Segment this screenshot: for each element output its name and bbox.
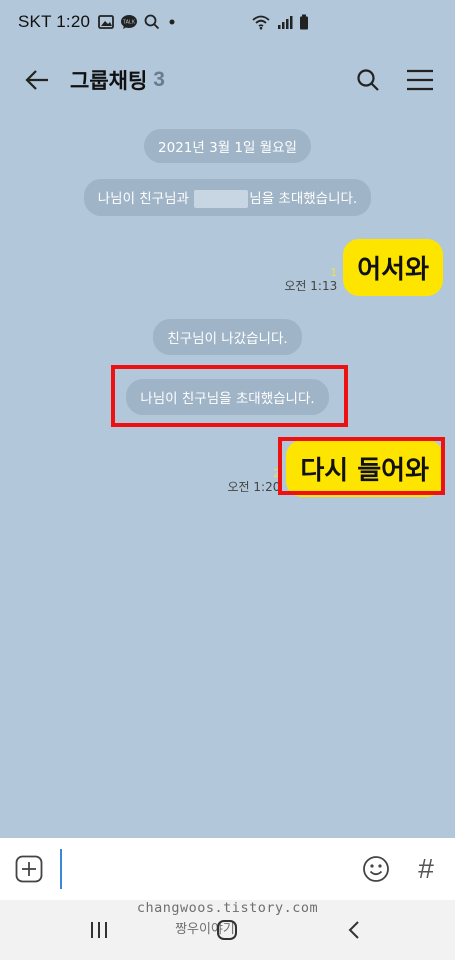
text-cursor	[60, 849, 62, 889]
signal-icon	[278, 16, 293, 29]
plus-square-icon	[15, 855, 43, 883]
more-notifications-dot-icon	[169, 19, 175, 25]
menu-button[interactable]	[405, 65, 435, 95]
message-input-bar: #	[0, 838, 455, 900]
my-message-bubble[interactable]: 다시 들어와	[286, 440, 443, 497]
smiley-icon	[363, 856, 389, 882]
unread-count: 2	[273, 467, 281, 480]
reinvite-notice: 나님이 친구님을 초대했습니다.	[126, 379, 329, 415]
my-message-row: 1 오전 1:13 어서와	[284, 239, 443, 296]
left-notice: 친구님이 나갔습니다.	[153, 319, 302, 355]
kakaotalk-notification-icon: TALK	[121, 15, 138, 29]
system-indicators	[251, 14, 309, 30]
notification-icons: TALK	[98, 14, 178, 30]
my-message-bubble[interactable]: 어서와	[343, 239, 443, 296]
redacted-name	[194, 190, 249, 208]
chat-message-list[interactable]: 2021년 3월 1일 월요일 나님이 친구님과 님을 초대했습니다. 1 오전…	[0, 116, 455, 838]
search-button[interactable]	[353, 65, 383, 95]
unread-count: 1	[330, 266, 338, 279]
attach-button[interactable]	[14, 854, 44, 884]
home-icon	[217, 920, 237, 940]
message-time: 오전 1:13	[284, 279, 338, 293]
emoticon-button[interactable]	[361, 854, 391, 884]
member-count: 3	[153, 68, 165, 91]
recent-apps-button[interactable]	[82, 916, 116, 944]
hashtag-search-button[interactable]: #	[411, 853, 441, 885]
back-nav-button[interactable]	[337, 916, 371, 944]
my-message-row: 2 오전 1:20 다시 들어와	[227, 440, 443, 497]
invite-notice: 나님이 친구님과 님을 초대했습니다.	[83, 179, 372, 216]
message-time: 오전 1:20	[227, 480, 281, 494]
date-divider: 2021년 3월 1일 월요일	[144, 129, 311, 163]
home-button[interactable]	[210, 916, 244, 944]
wifi-icon	[252, 15, 270, 30]
invite-notice-prefix: 나님이 친구님과	[97, 191, 194, 207]
chat-header: 그룹채팅 3	[0, 44, 455, 116]
search-notification-icon	[144, 14, 160, 30]
chevron-left-icon	[348, 921, 359, 939]
back-arrow-icon	[25, 70, 48, 90]
back-button[interactable]	[20, 63, 54, 97]
invite-notice-suffix: 님을 초대했습니다.	[249, 191, 358, 207]
gallery-icon	[98, 15, 115, 29]
battery-icon	[300, 14, 308, 30]
carrier-time: SKT 1:20	[18, 12, 91, 31]
system-nav-bar: changwoos.tistory.com 짱우이야기	[0, 900, 455, 960]
hamburger-menu-icon	[407, 69, 433, 91]
search-icon	[357, 69, 379, 91]
watermark-url: changwoos.tistory.com	[136, 900, 319, 916]
recent-apps-icon	[91, 922, 107, 938]
message-input[interactable]	[66, 849, 361, 889]
talk-badge-text: TALK	[123, 20, 136, 26]
status-bar: SKT 1:20 TALK	[0, 0, 455, 44]
chat-title: 그룹채팅	[70, 70, 148, 93]
